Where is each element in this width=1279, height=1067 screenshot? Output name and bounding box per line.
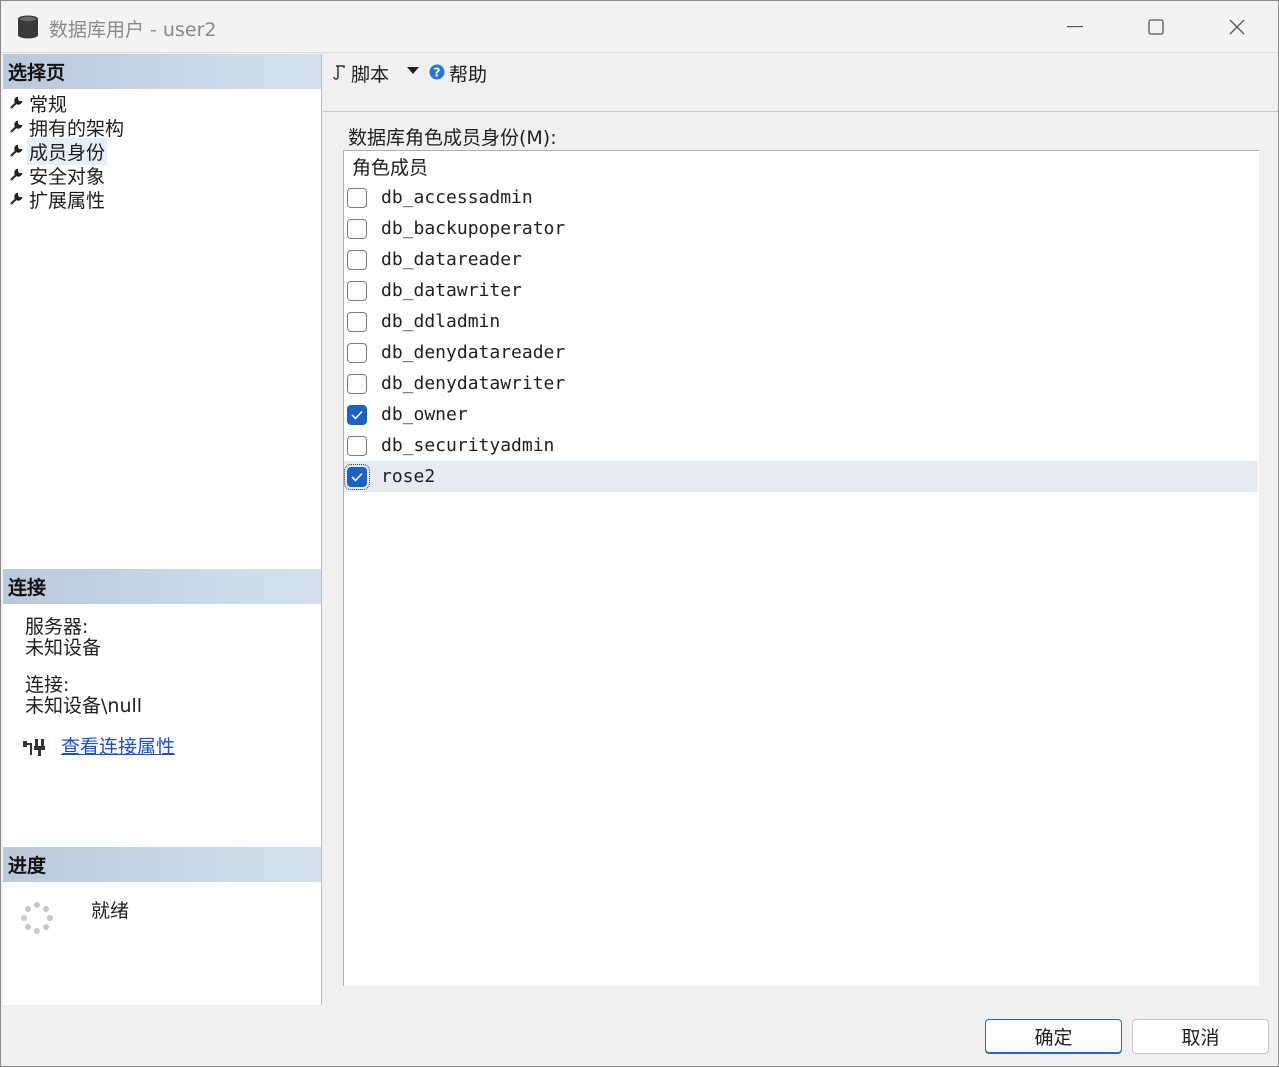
role-name: db_accessadmin <box>381 187 533 208</box>
left-pane: 选择页 常规 拥有的架构 成员身份 安全对象 扩展属性 连接 服务器: 未知设备… <box>3 54 322 1005</box>
role-row[interactable]: db_datawriter <box>344 275 1258 306</box>
role-checkbox[interactable] <box>347 249 367 270</box>
plug-icon <box>23 738 45 756</box>
wrench-icon <box>10 96 23 109</box>
role-name: db_datareader <box>381 249 522 270</box>
title-bar[interactable]: 数据库用户 - user2 <box>1 1 1278 53</box>
progress-header: 进度 <box>3 847 321 882</box>
role-name: db_securityadmin <box>381 435 555 456</box>
server-label: 服务器: <box>25 616 89 638</box>
wrench-icon <box>10 192 23 205</box>
ok-button[interactable]: 确定 <box>985 1019 1122 1054</box>
nav-item-label: 成员身份 <box>27 137 108 165</box>
cancel-button[interactable]: 取消 <box>1132 1019 1269 1054</box>
nav-item-general[interactable]: 常规 <box>9 91 124 116</box>
role-row[interactable]: db_denydatawriter <box>344 368 1258 399</box>
select-page-header: 选择页 <box>3 54 321 89</box>
svg-text:?: ? <box>434 66 441 80</box>
role-row[interactable]: db_owner <box>344 399 1258 430</box>
role-name: db_datawriter <box>381 280 522 301</box>
role-checkbox[interactable] <box>347 373 367 394</box>
role-name: db_denydatawriter <box>381 373 566 394</box>
checkmark-icon <box>351 410 363 420</box>
role-row[interactable]: db_accessadmin <box>344 182 1258 213</box>
server-value: 未知设备 <box>25 637 102 659</box>
view-connection-properties-row: 查看连接属性 <box>21 732 175 759</box>
role-checkbox[interactable] <box>347 280 367 301</box>
nav-item-extended-properties[interactable]: 扩展属性 <box>9 187 124 212</box>
help-icon: ? <box>429 64 445 80</box>
close-button[interactable] <box>1207 1 1267 53</box>
role-checkbox[interactable] <box>347 187 367 208</box>
window-title: 数据库用户 - user2 <box>49 19 217 41</box>
nav-item-membership[interactable]: 成员身份 <box>9 137 124 165</box>
nav-item-label: 安全对象 <box>29 165 106 188</box>
database-icon <box>18 15 38 39</box>
dialog-window: 数据库用户 - user2 选择页 常规 拥有的架构 成员身份 安全对象 扩展属… <box>0 0 1279 1067</box>
role-rows: db_accessadmin db_backupoperator db_data… <box>344 182 1258 492</box>
role-row[interactable]: db_securityadmin <box>344 430 1258 461</box>
connection-value: 未知设备\null <box>25 695 143 717</box>
server-info: 服务器: 未知设备 <box>25 617 101 659</box>
maximize-icon <box>1148 19 1164 35</box>
nav-item-label: 拥有的架构 <box>29 117 125 140</box>
minimize-button[interactable] <box>1045 1 1105 53</box>
role-checkbox[interactable] <box>344 463 370 490</box>
nav-item-securables[interactable]: 安全对象 <box>9 163 124 188</box>
connection-info: 连接: 未知设备\null <box>25 675 142 717</box>
close-icon <box>1229 19 1245 35</box>
role-checkbox[interactable] <box>347 404 367 425</box>
nav-item-label: 扩展属性 <box>29 189 106 212</box>
role-name: db_backupoperator <box>381 218 566 239</box>
role-name: db_owner <box>381 404 468 425</box>
help-button[interactable]: 帮助 <box>449 60 487 87</box>
checkmark-icon <box>351 472 363 482</box>
role-row[interactable]: db_denydatareader <box>344 337 1258 368</box>
maximize-button[interactable] <box>1126 1 1186 53</box>
role-members-list[interactable]: 角色成员 db_accessadmin db_backupoperator db… <box>343 150 1259 986</box>
role-checkbox[interactable] <box>347 342 367 363</box>
toolbar: 脚本 ? 帮助 <box>323 54 1278 112</box>
role-row[interactable]: db_datareader <box>344 244 1258 275</box>
page-nav-list: 常规 拥有的架构 成员身份 安全对象 扩展属性 <box>9 91 125 212</box>
wrench-icon <box>10 168 23 181</box>
membership-content: 数据库角色成员身份(M): 角色成员 db_accessadmin db_bac… <box>323 113 1278 1005</box>
minimize-icon <box>1067 26 1083 28</box>
wrench-icon <box>10 120 23 133</box>
role-name: db_denydatareader <box>381 342 566 363</box>
nav-item-label: 常规 <box>29 93 68 116</box>
wrench-icon <box>10 144 23 157</box>
role-name: db_ddladmin <box>381 311 501 332</box>
progress-spinner-icon <box>21 902 53 934</box>
role-row[interactable]: db_ddladmin <box>344 306 1258 337</box>
progress-status: 就绪 <box>91 900 130 922</box>
role-row[interactable]: db_backupoperator <box>344 213 1258 244</box>
role-checkbox[interactable] <box>347 311 367 332</box>
column-header-role-members: 角色成员 <box>352 157 429 179</box>
script-button[interactable]: 脚本 <box>351 60 389 87</box>
role-row[interactable]: rose2 <box>344 461 1258 492</box>
role-checkbox[interactable] <box>347 435 367 456</box>
view-connection-properties-link[interactable]: 查看连接属性 <box>61 732 175 759</box>
chevron-down-icon[interactable] <box>407 67 419 75</box>
role-checkbox[interactable] <box>347 218 367 239</box>
script-icon <box>333 65 345 80</box>
nav-item-owned-schemas[interactable]: 拥有的架构 <box>9 115 125 140</box>
role-membership-label: 数据库角色成员身份(M): <box>348 127 557 149</box>
connection-label: 连接: <box>25 674 70 696</box>
connection-header: 连接 <box>3 569 321 604</box>
role-name: rose2 <box>381 466 436 487</box>
